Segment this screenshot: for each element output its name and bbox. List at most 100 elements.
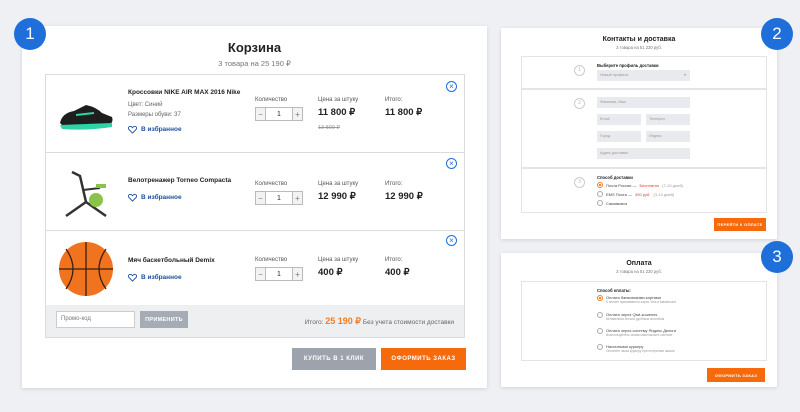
email-field[interactable]: Email [597, 114, 641, 125]
name-field[interactable]: Фамилия, Имя [597, 97, 690, 108]
cart-total-note: Без учета стоимости доставки [362, 319, 454, 326]
heart-icon [128, 273, 137, 282]
cart-footer: Промо-код ПРИМЕНИТЬ Итого: 25 190 ₽ Без … [46, 305, 464, 337]
radio-icon [597, 191, 603, 197]
delivery-section: 3 Способ доставки Почта России — Бесплат… [521, 168, 767, 213]
qty-value[interactable]: 1 [266, 191, 292, 205]
basketball-image [59, 242, 113, 296]
payment-option-card[interactable]: Оплата банковскими картами К оплате прини… [597, 295, 676, 304]
cart-item: Мяч баскетбольный Demix В избранное Коли… [46, 231, 464, 307]
cart-title: Корзина [227, 40, 282, 55]
favorite-label: В избранное [141, 194, 182, 201]
heart-icon [128, 193, 137, 202]
delivery-option-ems[interactable]: EMS Почта — 390 руб. (3-14 дней) [597, 191, 674, 197]
quantity-stepper[interactable]: − 1 + [255, 107, 303, 121]
delivery-label: Способ доставки [597, 175, 633, 180]
item-name[interactable]: Мяч баскетбольный Demix [128, 257, 215, 264]
item-total: 11 800 ₽ [385, 107, 423, 118]
qty-value[interactable]: 1 [266, 267, 292, 281]
item-name[interactable]: Кроссовки NIKE AIR MAX 2016 Nike [128, 89, 240, 96]
step-badge-3: 3 [761, 241, 793, 273]
unit-price-label: Цена за штуку [318, 97, 359, 103]
delivery-option-pickup[interactable]: Самовывоз [597, 200, 627, 206]
radio-icon [597, 344, 603, 350]
item-name[interactable]: Велотренажер Torneo Compacta [128, 177, 231, 184]
payment-subtitle: 3 товара на 51 220 руб. [616, 269, 662, 274]
contact-section: 2 Фамилия, Имя Email Телефон Город Индек… [521, 89, 767, 168]
remove-item-icon[interactable]: × [446, 235, 457, 246]
radio-icon [597, 200, 603, 206]
radio-icon [597, 312, 603, 318]
item-total: 12 990 ₽ [385, 191, 423, 202]
option-price: 390 руб. [635, 191, 651, 197]
option-time: (7-10 дней) [662, 182, 684, 188]
zip-field[interactable]: Индекс [646, 131, 690, 142]
remove-item-icon[interactable]: × [446, 158, 457, 169]
heart-icon [128, 125, 137, 134]
cart-panel: Корзина 3 товара на 25 190 ₽ Кроссовки N… [22, 26, 487, 388]
contacts-subtitle: 3 товара на 51 220 руб. [616, 45, 662, 50]
cart-total-label: Итого: [304, 319, 324, 326]
payment-option-qiwi[interactable]: Оплата через Qiwi-кошелек Мгновенная опла… [597, 312, 664, 321]
buy-one-click-button[interactable]: КУПИТЬ В 1 КЛИК [292, 348, 376, 370]
go-to-payment-button[interactable]: ПЕРЕЙТИ К ОПЛАТЕ [714, 218, 766, 231]
delivery-option-post[interactable]: Почта России — Бесплатно (7-10 дней) [597, 182, 683, 188]
qty-label: Количество [255, 97, 288, 103]
unit-price-label: Цена за штуку [318, 257, 359, 263]
option-price: Бесплатно [639, 182, 660, 188]
unit-price: 12 990 ₽ [318, 191, 356, 202]
exercise-bike-image [65, 170, 107, 218]
item-size: Размеры обуви: 37 [128, 112, 181, 118]
contacts-panel: Контакты и доставка 3 товара на 51 220 р… [501, 28, 777, 239]
payment-option-cash[interactable]: Наличными курьеру Оплатите заказ курьеру … [597, 344, 675, 353]
cart-item: Кроссовки NIKE AIR MAX 2016 Nike Цвет: С… [46, 75, 464, 153]
option-desc: Мгновенная оплата удобным способом [606, 317, 665, 321]
payment-panel: Оплата 3 товара на 51 220 руб. Способ оп… [501, 253, 777, 387]
plus-button[interactable]: + [292, 107, 303, 121]
unit-price: 11 800 ₽ [318, 107, 356, 118]
item-total: 400 ₽ [385, 267, 410, 278]
phone-field[interactable]: Телефон [646, 114, 690, 125]
favorite-link[interactable]: В избранное [128, 193, 182, 202]
payment-option-yandex[interactable]: Оплата через систему Яндекс.Деньги Воспол… [597, 328, 676, 337]
step-badge-2: 2 [761, 18, 793, 50]
quantity-stepper[interactable]: − 1 + [255, 191, 303, 205]
plus-button[interactable]: + [292, 191, 303, 205]
city-field[interactable]: Город [597, 131, 641, 142]
item-color: Цвет: Синий [128, 102, 163, 108]
favorite-link[interactable]: В избранное [128, 273, 182, 282]
cart-items: Кроссовки NIKE AIR MAX 2016 Nike Цвет: С… [45, 74, 465, 338]
option-time: (3-14 дней) [653, 191, 675, 197]
radio-selected-icon [597, 182, 603, 188]
favorite-label: В избранное [141, 126, 182, 133]
qty-label: Количество [255, 257, 288, 263]
qty-label: Количество [255, 181, 288, 187]
favorite-label: В избранное [141, 274, 182, 281]
plus-button[interactable]: + [292, 267, 303, 281]
minus-button[interactable]: − [255, 191, 266, 205]
profile-value: Новый профиль [600, 73, 629, 77]
total-label: Итого: [385, 181, 403, 187]
qty-value[interactable]: 1 [266, 107, 292, 121]
minus-button[interactable]: − [255, 107, 266, 121]
option-label: Самовывоз [606, 200, 628, 206]
favorite-link[interactable]: В избранное [128, 125, 182, 134]
profile-select[interactable]: Новый профиль ▾ [597, 70, 690, 81]
checkout-button[interactable]: ОФОРМИТЬ ЗАКАЗ [381, 348, 466, 370]
radio-icon [597, 328, 603, 334]
section-number: 1 [574, 65, 585, 76]
quantity-stepper[interactable]: − 1 + [255, 267, 303, 281]
contacts-title: Контакты и доставка [602, 36, 676, 43]
step-badge-1: 1 [14, 18, 46, 50]
profile-section: 1 Выберите профиль доставки Новый профил… [521, 56, 767, 89]
old-price: 13 800 ₽ [318, 125, 340, 131]
promo-code-input[interactable]: Промо-код [56, 311, 135, 328]
address-field[interactable]: Адрес доставки [597, 148, 690, 159]
cart-total-value: 25 190 ₽ [325, 316, 362, 326]
apply-promo-button[interactable]: ПРИМЕНИТЬ [140, 311, 188, 328]
minus-button[interactable]: − [255, 267, 266, 281]
option-label: Почта России — [606, 182, 637, 188]
option-label: EMS Почта — [606, 191, 632, 197]
remove-item-icon[interactable]: × [446, 81, 457, 92]
place-order-button[interactable]: ОФОРМИТЬ ЗАКАЗ [707, 368, 765, 382]
